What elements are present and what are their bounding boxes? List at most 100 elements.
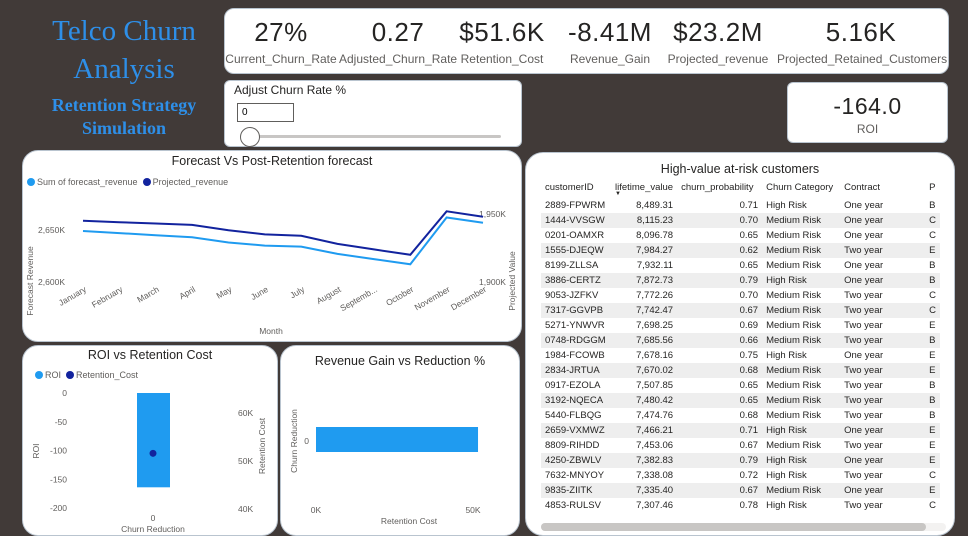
table-cell: B — [929, 410, 936, 421]
slider-handle[interactable] — [240, 127, 260, 147]
table-row[interactable]: 9835-ZIITK 7,335.40 0.67 Medium Risk One yea… — [541, 483, 940, 498]
x-tick: January — [57, 284, 89, 308]
x-tick: November — [413, 284, 452, 312]
roi-card: -164.0 ROI — [787, 82, 948, 143]
table-row[interactable]: 4250-ZBWLV 7,382.83 0.79 High Risk One year E — [541, 453, 940, 468]
table-cell: One year — [840, 483, 926, 498]
column-header[interactable]: churn_probability — [677, 176, 762, 198]
table-cell: 0.70 — [739, 290, 759, 301]
table-cell: B — [929, 380, 936, 391]
roi-vs-cost-chart: ROI vs Retention Cost ROI Retention_Cost… — [22, 345, 278, 536]
table-cell: C — [929, 290, 936, 301]
table-cell: 7,772.26 — [636, 290, 674, 301]
table-row[interactable]: 8199-ZLLSA 7,932.11 0.65 Medium Risk One yea… — [541, 258, 940, 273]
table-row[interactable]: 5271-YNWVR 7,698.25 0.69 Medium Risk Two yea… — [541, 318, 940, 333]
x-tick: May — [215, 284, 235, 301]
table-row[interactable]: 1555-DJEQW 7,984.27 0.62 Medium Risk Two yea… — [541, 243, 940, 258]
table-cell: E — [925, 483, 940, 498]
table-cell: 7,670.02 — [611, 363, 678, 378]
table-cell: 8809-RIHDD — [545, 440, 600, 451]
table-cell: Medium Risk — [766, 230, 821, 241]
sort-desc-icon: ▼ — [615, 191, 621, 197]
table-cell: 7,698.25 — [636, 320, 674, 331]
y-tick: -200 — [50, 503, 67, 513]
churn-rate-input[interactable] — [237, 103, 294, 122]
y2-tick: 50K — [238, 456, 253, 466]
table-header-row: customerID lifetime_value ▼ churn_probab… — [541, 176, 940, 198]
column-header[interactable]: P — [925, 176, 940, 198]
table-row[interactable]: 0201-OAMXR 8,096.78 0.65 Medium Risk One yea… — [541, 228, 940, 243]
y-tick: 2,600K — [38, 277, 65, 287]
y-axis-title: Forecast Revenue — [25, 246, 35, 316]
table-row[interactable]: 3886-CERTZ 7,872.73 0.79 High Risk One year B — [541, 273, 940, 288]
x-tick: October — [384, 284, 415, 308]
table-cell: 7,335.40 — [611, 483, 678, 498]
table-row[interactable]: 0917-EZOLA 7,507.85 0.65 Medium Risk Two yea… — [541, 378, 940, 393]
table-cell: High Risk — [766, 500, 807, 511]
table-cell: 4853-RULSV — [545, 500, 601, 511]
x-tick: April — [177, 284, 197, 301]
horizontal-scrollbar[interactable] — [541, 523, 946, 531]
y2-axis-title: Retention Cost — [257, 417, 267, 474]
table-row[interactable]: 3192-NQECA 7,480.42 0.65 Medium Risk Two yea… — [541, 393, 940, 408]
table-cell: 0.67 — [677, 483, 763, 498]
table-row[interactable]: 2834-JRTUA 7,670.02 0.68 Medium Risk Two yea… — [541, 363, 940, 378]
table-cell: One year — [844, 350, 884, 361]
x-tick: December — [449, 284, 488, 312]
table-row[interactable]: 2659-VXMWZ 7,466.21 0.71 High Risk One year E — [541, 423, 940, 438]
table-row[interactable]: 5440-FLBQG 7,474.76 0.68 Medium Risk Two yea… — [541, 408, 940, 423]
table-cell: Medium Risk — [762, 483, 841, 498]
table-cell: Two year — [840, 243, 926, 258]
forecast-line-chart: Forecast Vs Post-Retention forecast Sum … — [22, 150, 522, 342]
table-cell: 0.68 — [739, 410, 759, 421]
retention-cost-bar — [316, 427, 479, 452]
column-header[interactable]: customerID — [541, 176, 611, 198]
table-cell: 0.79 — [677, 453, 763, 468]
table-cell: C — [929, 230, 936, 241]
column-header[interactable]: Contract — [840, 176, 925, 198]
x-tick: 50K — [465, 505, 480, 515]
table-cell: 0.62 — [677, 243, 763, 258]
table-cell: Two year — [844, 290, 883, 301]
table-row[interactable]: 1984-FCOWB 7,678.16 0.75 High Risk One year E — [541, 348, 940, 363]
table-cell: 0.72 — [739, 470, 759, 481]
table-cell: 0748-RDGGM — [541, 333, 611, 348]
table-row[interactable]: 0748-RDGGM 7,685.56 0.66 Medium Risk Two yea… — [541, 333, 940, 348]
table-row[interactable]: 8809-RIHDD 7,453.06 0.67 Medium Risk Two yea… — [541, 438, 940, 453]
column-header[interactable]: lifetime_value ▼ — [611, 176, 677, 198]
table-row[interactable]: 1444-VVSGW 8,115.23 0.70 Medium Risk One yea… — [541, 213, 940, 228]
table-cell: 4250-ZBWLV — [541, 453, 611, 468]
roi-chart-svg: ROI Retention Cost 0 -50 -100 -150 -200 60K 5… — [31, 388, 267, 534]
roi-label: ROI — [856, 122, 879, 136]
table-cell: High Risk — [766, 350, 807, 361]
column-header[interactable]: Churn Category — [762, 176, 840, 198]
revenue-chart-svg: Churn Reduction 0 0K 50K Retention Cost — [289, 409, 481, 526]
table-cell: 0.65 — [739, 260, 759, 271]
table-cell: Medium Risk — [762, 213, 841, 228]
table-scroll-area[interactable]: customerID lifetime_value ▼ churn_probab… — [541, 176, 953, 522]
table-cell: 7,678.16 — [636, 350, 674, 361]
table-row[interactable]: 2889-FPWRM 8,489.31 0.71 High Risk One year B — [541, 198, 940, 213]
table-cell: 7,480.42 — [611, 393, 678, 408]
table-cell: One year — [840, 213, 926, 228]
slider-track[interactable] — [243, 135, 501, 138]
table-cell: 7,507.85 — [636, 380, 674, 391]
table-cell: 0.67 — [739, 440, 759, 451]
table-row[interactable]: 9053-JZFKV 7,772.26 0.70 Medium Risk Two yea… — [541, 288, 940, 303]
table-row[interactable]: 7632-MNYOY 7,338.08 0.72 High Risk Two year C — [541, 468, 940, 483]
table-cell: Medium Risk — [762, 363, 841, 378]
table-cell: 0.66 — [677, 333, 763, 348]
table-cell: B — [925, 273, 940, 288]
table-cell: One year — [844, 260, 884, 271]
table-row[interactable]: 4853-RULSV 7,307.46 0.78 High Risk Two year C — [541, 498, 940, 513]
retention-cost-point — [149, 449, 157, 457]
slicer-label: Adjust Churn Rate % — [234, 83, 347, 97]
table-cell: 7,307.46 — [636, 500, 674, 511]
scrollbar-thumb[interactable] — [541, 523, 926, 531]
table-row[interactable]: 7317-GGVPB 7,742.47 0.67 Medium Risk Two yea… — [541, 303, 940, 318]
line-chart-svg: Forecast Revenue Projected Value 2,650K … — [25, 209, 517, 336]
x-tick: August — [315, 284, 343, 306]
x-tick: 0K — [311, 505, 322, 515]
y-tick: 2,650K — [38, 225, 65, 235]
table-cell: One year — [840, 423, 926, 438]
